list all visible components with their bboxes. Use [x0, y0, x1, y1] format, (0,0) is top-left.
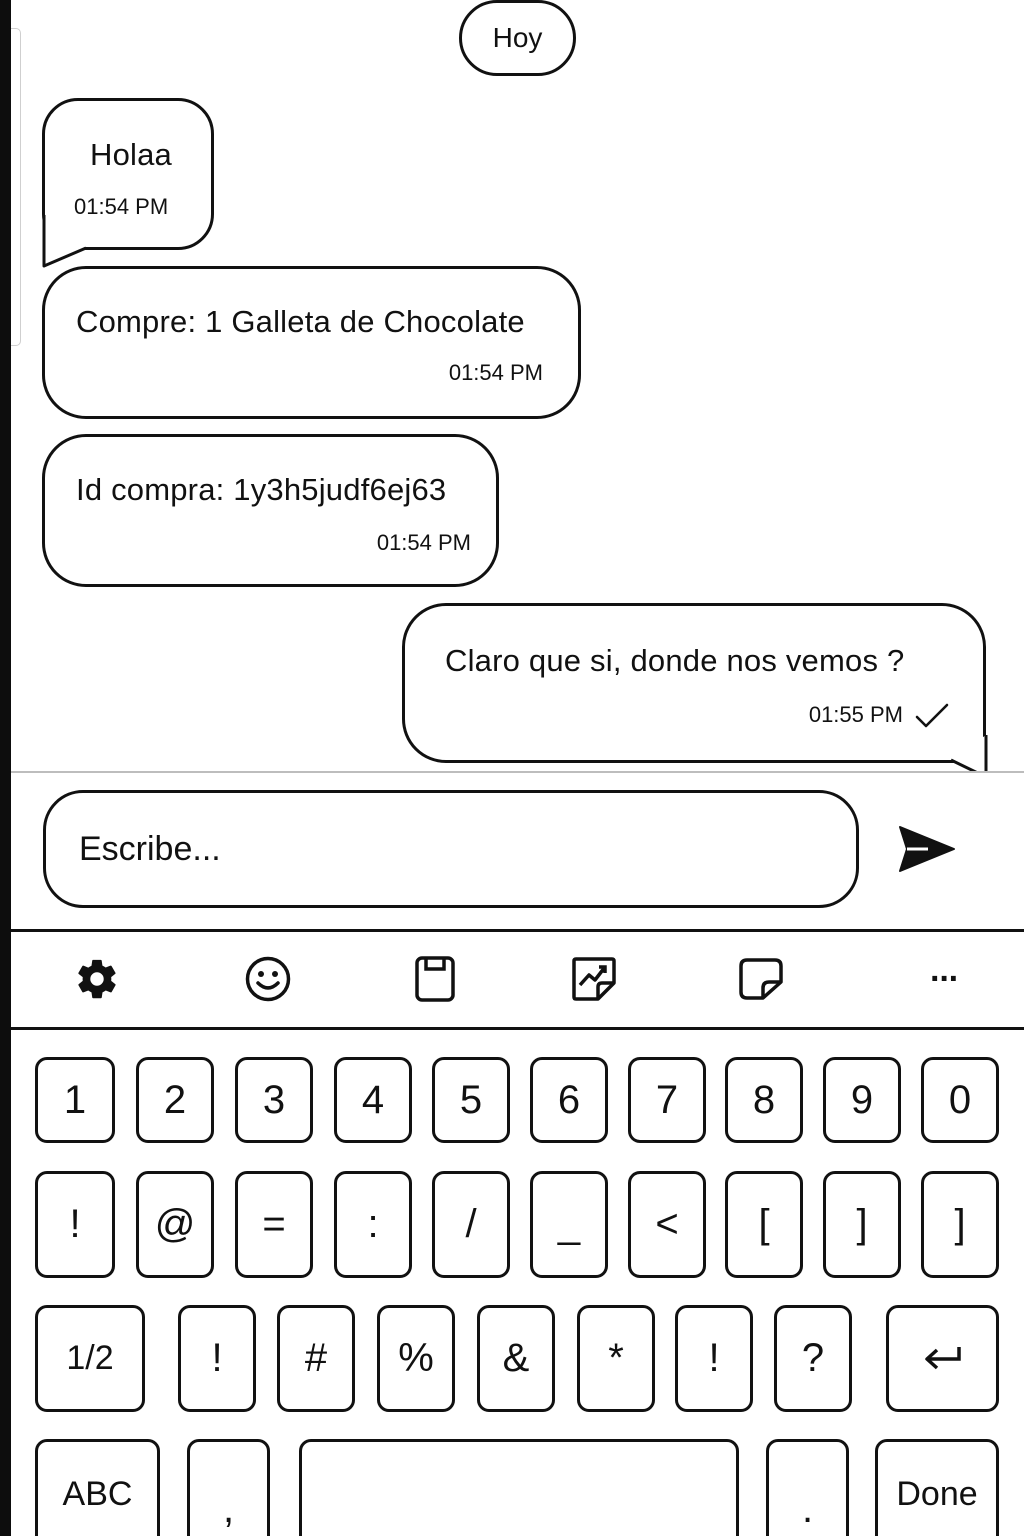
key-2[interactable]: 2: [136, 1057, 214, 1143]
sticker-icon[interactable]: [569, 954, 619, 1004]
more-label: ···: [930, 959, 960, 998]
done-key[interactable]: Done: [875, 1439, 999, 1536]
key-underscore[interactable]: _: [530, 1171, 608, 1278]
key-left-bracket[interactable]: [: [725, 1171, 803, 1278]
key-right-bracket[interactable]: ]: [921, 1171, 999, 1278]
key-6[interactable]: 6: [530, 1057, 608, 1143]
bubble-tail: [42, 215, 87, 268]
message-text: Claro que si, donde nos vemos ?: [445, 643, 905, 678]
send-icon: [899, 826, 955, 872]
key-5[interactable]: 5: [432, 1057, 510, 1143]
clipboard-icon[interactable]: [410, 954, 460, 1004]
incoming-message-bubble[interactable]: Compre: 1 Galleta de Chocolate 01:54 PM: [42, 266, 581, 419]
message-text: Compre: 1 Galleta de Chocolate: [76, 304, 525, 339]
chat-area[interactable]: Hoy Holaa 01:54 PM Compre: 1 Galleta de …: [11, 0, 1024, 779]
key-hash[interactable]: #: [277, 1305, 355, 1412]
notes-icon[interactable]: [736, 954, 786, 1004]
message-time: 01:54 PM: [448, 360, 543, 385]
composer-bar: Escribe...: [11, 773, 1024, 930]
key-exclamation[interactable]: !: [35, 1171, 115, 1278]
key-abc[interactable]: ABC: [35, 1439, 160, 1536]
side-panel-tab[interactable]: [11, 28, 21, 346]
key-exclamation[interactable]: !: [675, 1305, 753, 1412]
enter-icon: [924, 1346, 961, 1369]
more-icon[interactable]: ···: [919, 954, 969, 1004]
key-asterisk[interactable]: *: [577, 1305, 655, 1412]
message-input[interactable]: Escribe...: [43, 790, 859, 908]
outgoing-message-bubble[interactable]: Claro que si, donde nos vemos ? 01:55 PM: [402, 603, 986, 763]
key-colon[interactable]: :: [334, 1171, 412, 1278]
key-9[interactable]: 9: [823, 1057, 901, 1143]
keyboard: 1 2 3 4 5 6 7 8 9 0 ! @ = : / _ < [ ] ] …: [11, 1030, 1024, 1536]
key-7[interactable]: 7: [628, 1057, 706, 1143]
keyboard-toolbar: ···: [11, 932, 1024, 1027]
key-slash[interactable]: /: [432, 1171, 510, 1278]
key-right-bracket[interactable]: ]: [823, 1171, 901, 1278]
screen-left-edge: [0, 0, 11, 1536]
key-4[interactable]: 4: [334, 1057, 412, 1143]
gear-icon[interactable]: [72, 954, 122, 1004]
key-3[interactable]: 3: [235, 1057, 313, 1143]
key-exclamation[interactable]: !: [178, 1305, 256, 1412]
key-ampersand[interactable]: &: [477, 1305, 555, 1412]
key-1[interactable]: 1: [35, 1057, 115, 1143]
message-time: 01:55 PM: [808, 702, 903, 727]
message-text: Holaa: [90, 137, 172, 172]
key-equals[interactable]: =: [235, 1171, 313, 1278]
key-at[interactable]: @: [136, 1171, 214, 1278]
send-button[interactable]: [895, 823, 959, 875]
key-symbols-page[interactable]: 1/2: [35, 1305, 145, 1412]
key-comma[interactable]: ,: [187, 1439, 270, 1536]
key-8[interactable]: 8: [725, 1057, 803, 1143]
key-percent[interactable]: %: [377, 1305, 455, 1412]
key-period[interactable]: .: [766, 1439, 849, 1536]
enter-key[interactable]: [886, 1305, 999, 1412]
key-less-than[interactable]: <: [628, 1171, 706, 1278]
date-chip: Hoy: [459, 0, 576, 76]
key-question[interactable]: ?: [774, 1305, 852, 1412]
message-text: Id compra: 1y3h5judf6ej63: [76, 472, 447, 507]
message-time: 01:54 PM: [376, 530, 471, 555]
space-key[interactable]: [299, 1439, 739, 1536]
check-icon: [915, 703, 949, 728]
key-0[interactable]: 0: [921, 1057, 999, 1143]
emoji-icon[interactable]: [243, 954, 293, 1004]
incoming-message-bubble[interactable]: Id compra: 1y3h5judf6ej63 01:54 PM: [42, 434, 499, 587]
